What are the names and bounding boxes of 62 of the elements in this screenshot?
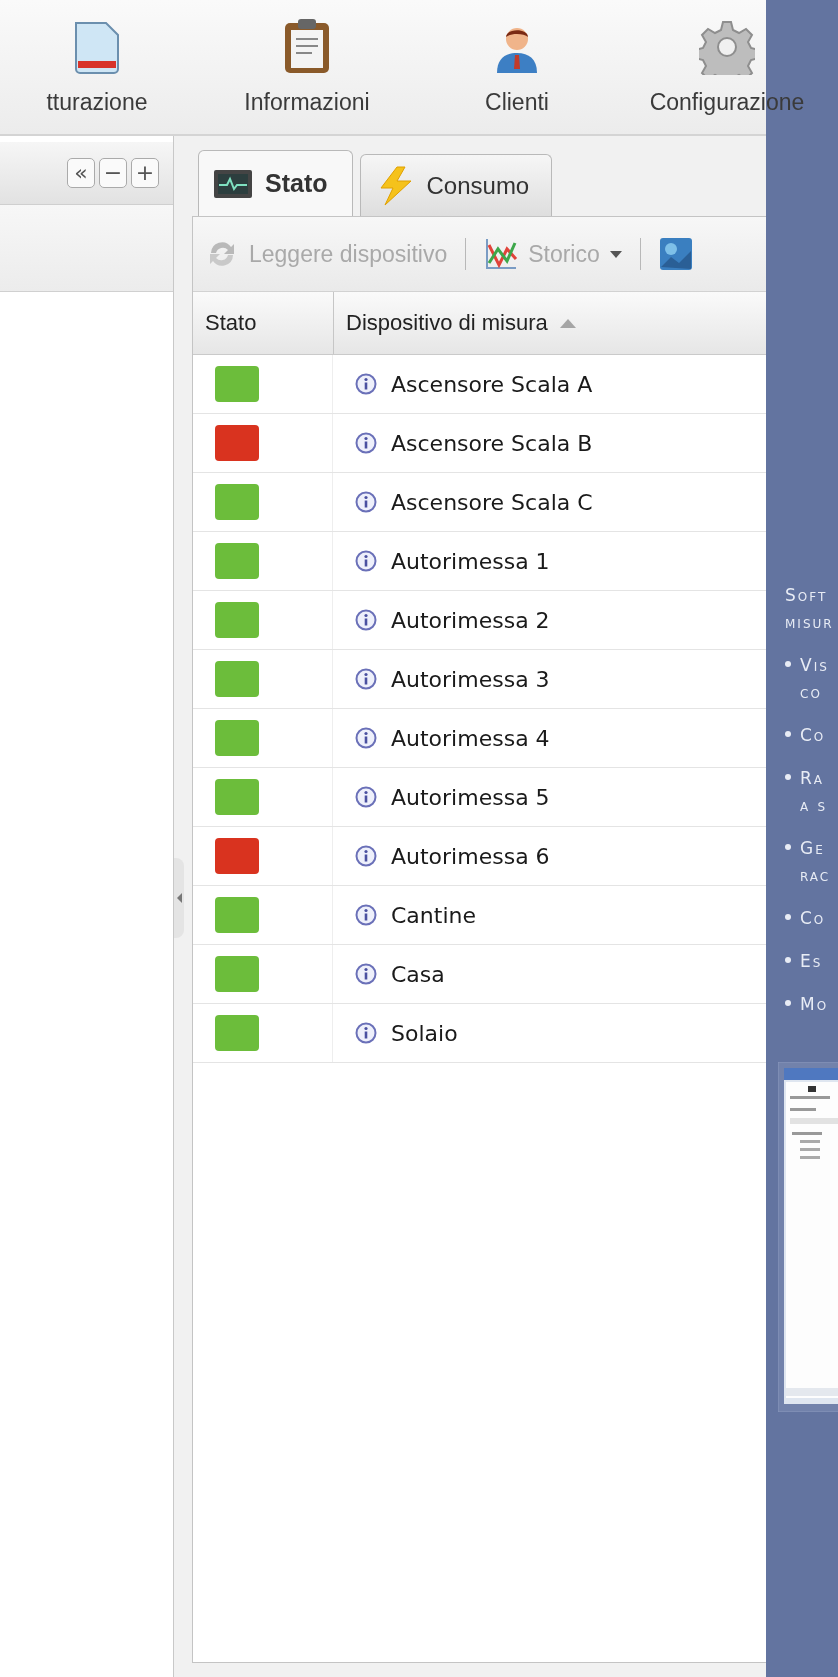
info-icon[interactable] xyxy=(355,609,377,631)
table-cell: Casa xyxy=(391,961,445,987)
info-icon[interactable] xyxy=(355,963,377,985)
table-cell: Cantine xyxy=(391,902,476,928)
tab[interactable]: Consumo xyxy=(359,154,553,216)
column-header[interactable]: Dispositivo di misura xyxy=(334,292,576,354)
panel-text: rac xyxy=(800,864,831,887)
info-icon[interactable] xyxy=(355,727,377,749)
panel-button[interactable]: − xyxy=(99,158,127,188)
gear-icon xyxy=(699,19,755,75)
info-icon[interactable] xyxy=(355,550,377,572)
bullet-icon xyxy=(785,731,791,737)
panel-text: Soft xyxy=(785,584,829,607)
info-icon[interactable] xyxy=(355,491,377,513)
info-icon[interactable] xyxy=(355,845,377,867)
table-cell: Solaio xyxy=(391,1020,458,1046)
table-cell: Ascensore Scala B xyxy=(391,430,593,456)
info-icon[interactable] xyxy=(355,373,377,395)
panel-text: Es xyxy=(800,950,823,973)
tab[interactable]: Stato xyxy=(198,150,353,216)
table-cell: Autorimessa 2 xyxy=(391,607,550,633)
panel-text: Co xyxy=(800,724,826,747)
bullet-icon xyxy=(785,844,791,850)
table-cell: Autorimessa 3 xyxy=(391,666,550,692)
panel-button[interactable]: + xyxy=(131,158,159,188)
panel-text: Ge xyxy=(800,837,826,860)
table-cell: Autorimessa 4 xyxy=(391,725,550,751)
panel-text: Vis xyxy=(800,654,829,677)
toolbar-button[interactable]: tturazione xyxy=(0,0,202,134)
info-icon[interactable] xyxy=(355,432,377,454)
bullet-icon xyxy=(785,661,791,667)
panel-text: Co xyxy=(800,907,826,930)
table-cell: Autorimessa 5 xyxy=(391,784,550,810)
table-cell: Ascensore Scala C xyxy=(391,489,593,515)
toolbar-button[interactable]: Clienti xyxy=(412,0,622,134)
bullet-icon xyxy=(785,1000,791,1006)
panel-text: Mo xyxy=(800,993,829,1016)
bullet-icon xyxy=(785,914,791,920)
collapse-arrow-icon xyxy=(176,893,182,903)
info-icon[interactable] xyxy=(355,904,377,926)
table-cell: Autorimessa 1 xyxy=(391,548,550,574)
monitor-icon xyxy=(213,168,253,199)
info-icon[interactable] xyxy=(355,1022,377,1044)
column-header[interactable]: Stato xyxy=(193,292,334,354)
panel-text: co xyxy=(800,681,823,704)
bullet-icon xyxy=(785,957,791,963)
image-icon[interactable] xyxy=(658,237,693,271)
caret-icon xyxy=(609,250,622,258)
panel-text: a s xyxy=(800,794,828,817)
table-cell: Ascensore Scala A xyxy=(391,371,593,397)
clipboard-icon xyxy=(282,17,332,75)
panel-button[interactable]: « xyxy=(67,158,95,188)
splitter-handle[interactable] xyxy=(174,858,184,938)
panel-text: misur xyxy=(785,611,835,634)
document-icon xyxy=(72,19,122,75)
info-icon[interactable] xyxy=(355,786,377,808)
panel-text: Ra xyxy=(800,767,826,790)
info-icon[interactable] xyxy=(355,668,377,690)
toolbar-button[interactable]: Informazioni xyxy=(202,0,412,134)
bullet-icon xyxy=(785,774,791,780)
table-cell: Autorimessa 6 xyxy=(391,843,550,869)
chart-icon xyxy=(484,237,519,271)
